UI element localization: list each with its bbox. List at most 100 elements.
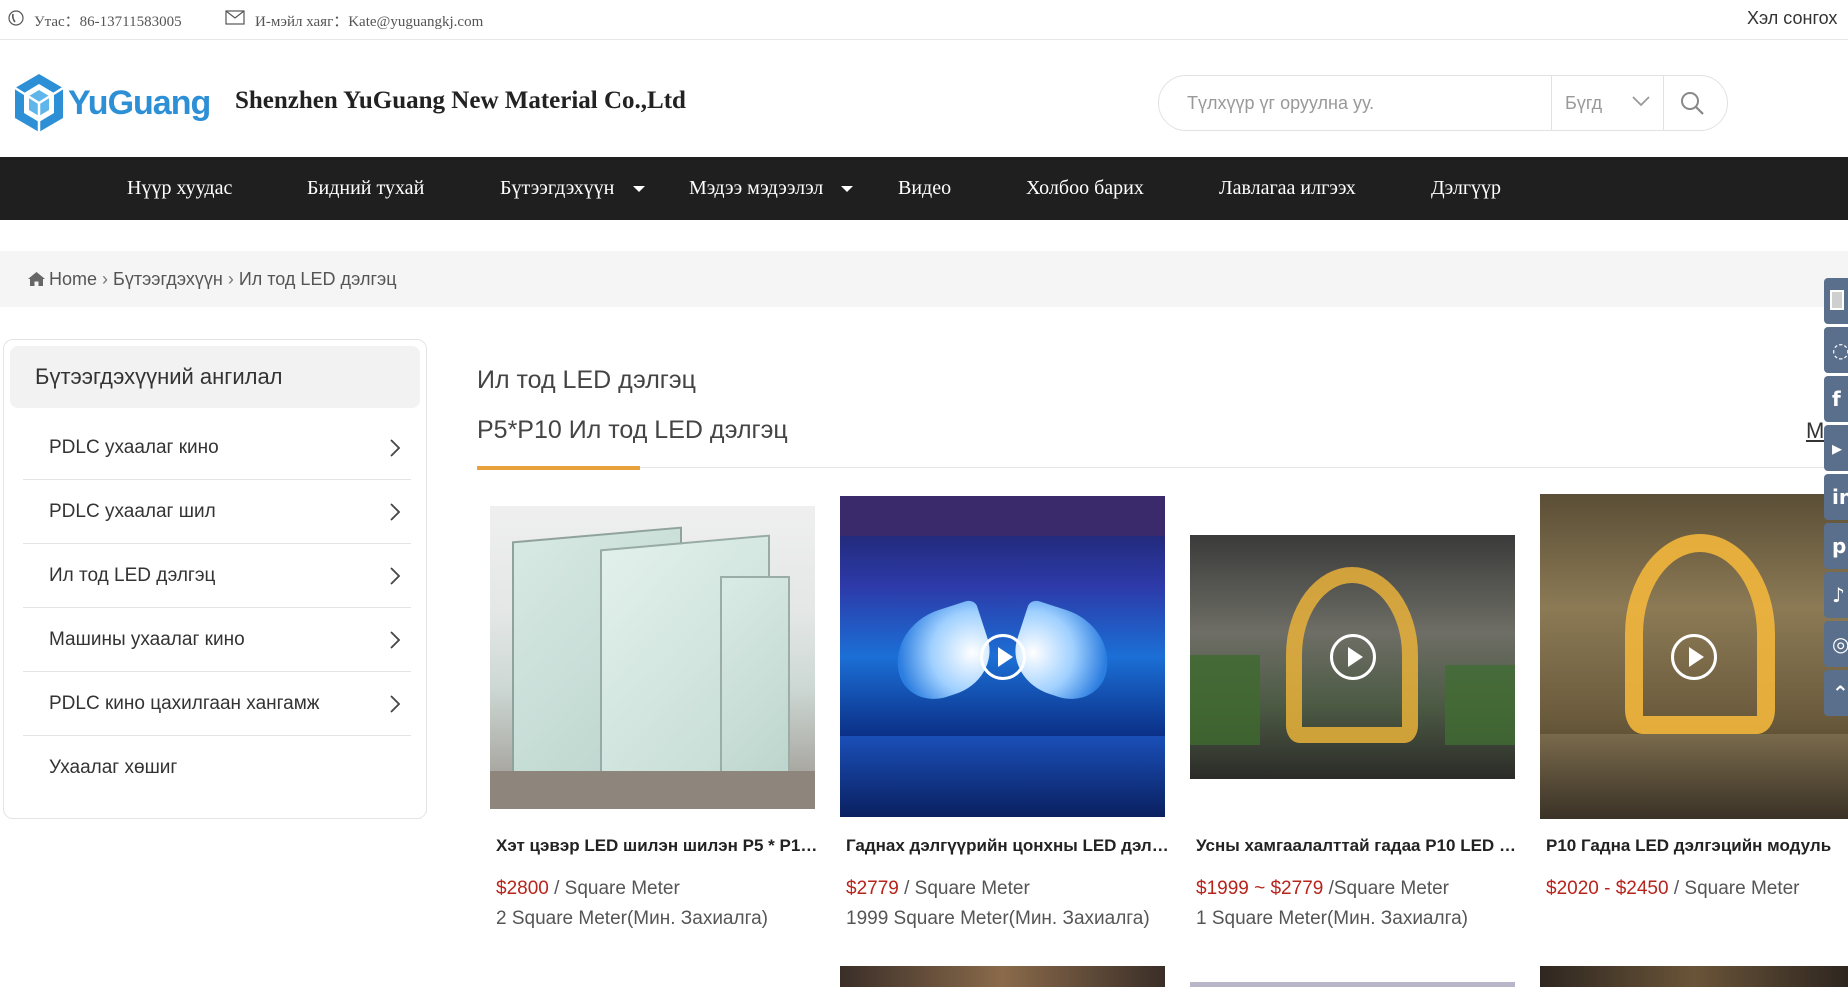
price-unit: / Square Meter (1668, 878, 1800, 899)
email-text: И-мэйл хаяг：Kate@yuguangkj.com (255, 13, 484, 30)
sidebar-item-label: Машины ухаалаг кино (49, 629, 245, 650)
site-header: YuGuang Shenzhen YuGuang New Material Co… (0, 41, 1848, 157)
company-name: Shenzhen YuGuang New Material Co.,Ltd (235, 87, 686, 114)
email-contact[interactable]: И-мэйл хаяг：Kate@yuguangkj.com (225, 0, 483, 40)
product-price: $1999 ~ $2779 /Square Meter (1196, 878, 1526, 900)
nav-item-news[interactable]: Мэдээ мэдээлэл (689, 157, 823, 220)
linkedin-icon[interactable]: in (1824, 474, 1848, 520)
chevron-right-icon (390, 631, 401, 649)
caret-down-icon[interactable] (633, 186, 645, 192)
site-logo[interactable]: YuGuang (12, 72, 211, 134)
price-unit: / Square Meter (898, 878, 1030, 899)
search-icon[interactable] (1679, 90, 1705, 116)
group-accent-bar (477, 466, 640, 470)
nav-item-about[interactable]: Бидний тухай (307, 157, 424, 220)
chevron-right-icon: › (227, 268, 234, 289)
group-divider (477, 467, 1848, 468)
price-amount: $2779 (846, 878, 899, 899)
nav-item-inquiry[interactable]: Лавлагаа илгээх (1219, 157, 1356, 220)
nav-item-video[interactable]: Видео (898, 157, 951, 220)
sidebar-item-car-film[interactable]: Машины ухаалаг кино (23, 608, 411, 672)
instagram-icon[interactable]: ◎ (1824, 621, 1848, 667)
sidebar-item-smart-curtain[interactable]: Ухаалаг хөшиг (23, 736, 411, 800)
product-image[interactable] (840, 496, 1165, 817)
product-price: $2020 - $2450 / Square Meter (1546, 878, 1848, 900)
main-nav: Нүүр хуудас Бидний тухай Бүтээгдэхүүн Мэ… (0, 157, 1848, 220)
sidebar-item-label: PDLC ухаалаг кино (49, 437, 219, 458)
product-moq: 1999 Square Meter(Мин. Захиалга) (846, 908, 1150, 929)
breadcrumb-home[interactable]: Home (49, 269, 97, 290)
play-icon[interactable] (1329, 634, 1376, 680)
caret-down-icon[interactable] (841, 186, 853, 192)
sidebar-item-pdlc-glass[interactable]: PDLC ухаалаг шил (23, 480, 411, 544)
product-name[interactable]: Хэт цэвэр LED шилэн шилэн P5 * P10 ил то… (496, 836, 824, 856)
chevron-right-icon (390, 503, 401, 521)
nav-item-home[interactable]: Нүүр хуудас (127, 157, 232, 220)
search-divider (1551, 76, 1552, 130)
logo-text: YuGuang (68, 83, 211, 122)
logo-mark-icon (14, 74, 64, 132)
price-unit: / Square Meter (548, 878, 680, 899)
language-selector[interactable]: Хэл сонгох (1747, 0, 1848, 36)
search-input[interactable] (1187, 76, 1527, 130)
product-moq: 1 Square Meter(Мин. Захиалга) (1196, 908, 1468, 929)
top-bar: Утас：86-13711583005 И-мэйл хаяг：Kate@yug… (0, 0, 1848, 40)
price-amount: $1999 ~ $2779 (1196, 878, 1324, 899)
search-divider (1663, 76, 1664, 130)
phone-contact[interactable]: Утас：86-13711583005 (8, 0, 182, 40)
chevron-right-icon (390, 567, 401, 585)
product-group-title[interactable]: P5*P10 Ил тод LED дэлгэц (477, 416, 788, 445)
price-amount: $2020 - $2450 (1546, 878, 1669, 899)
product-image[interactable] (1190, 535, 1515, 779)
nav-item-contact[interactable]: Холбоо барих (1026, 157, 1144, 220)
product-image[interactable] (490, 506, 815, 809)
breadcrumb-bar: Home › Бүтээгдэхүүн › Ил тод LED дэлгэц (0, 251, 1848, 307)
chevron-right-icon: › (102, 268, 109, 289)
price-amount: $2800 (496, 878, 549, 899)
product-name[interactable]: Гаднах дэлгүүрийн цонхны LED дэлгэц (846, 836, 1174, 856)
chevron-right-icon (390, 439, 401, 457)
sidebar-title: Бүтээгдэхүүний ангилал (10, 346, 420, 408)
nav-item-products[interactable]: Бүтээгдэхүүн (500, 157, 614, 220)
category-sidebar: Бүтээгдэхүүний ангилал PDLC ухаалаг кино… (3, 339, 427, 819)
breadcrumb: Home › Бүтээгдэхүүн › Ил тод LED дэлгэц (27, 251, 397, 307)
search-bar: Бүгд (1158, 75, 1728, 131)
price-unit: /Square Meter (1323, 878, 1449, 899)
sidebar-item-transparent-led[interactable]: Ил тод LED дэлгэц (23, 544, 411, 608)
back-to-top-icon[interactable]: ⌃ (1824, 670, 1848, 716)
chevron-down-icon[interactable] (1631, 94, 1651, 108)
play-icon[interactable] (1671, 633, 1717, 680)
play-icon[interactable] (979, 633, 1026, 680)
whatsapp-icon[interactable]: ◌ (1824, 327, 1848, 373)
breadcrumb-current: Ил тод LED дэлгэц (238, 268, 397, 289)
product-image[interactable] (1190, 982, 1515, 987)
facebook-icon[interactable]: f (1824, 376, 1848, 422)
breadcrumb-products[interactable]: Бүтээгдэхүүн (113, 269, 223, 290)
sidebar-item-label: Ухаалаг хөшиг (49, 757, 178, 778)
product-price: $2779 / Square Meter (846, 878, 1176, 900)
sidebar-item-power-supply[interactable]: PDLC кино цахилгаан хангамж (23, 672, 411, 736)
phone-icon (8, 9, 24, 31)
product-name[interactable]: P10 Гадна LED дэлгэцийн модуль (1546, 836, 1848, 856)
product-image[interactable] (840, 966, 1165, 987)
search-scope-select[interactable]: Бүгд (1565, 76, 1602, 130)
youtube-icon[interactable]: ▸ (1824, 425, 1848, 471)
home-icon[interactable] (27, 271, 46, 287)
section-title: Ил тод LED дэлгэц (477, 366, 696, 394)
sidebar-item-label: PDLC ухаалаг шил (49, 501, 216, 522)
product-image[interactable] (1540, 494, 1848, 819)
mail-icon (225, 10, 245, 30)
share-sidebar: ◌ f ▸ in p ♪ ◎ ⌃ (1824, 278, 1848, 719)
sidebar-item-label: Ил тод LED дэлгэц (49, 565, 216, 586)
product-moq: 2 Square Meter(Мин. Захиалга) (496, 908, 768, 929)
product-name[interactable]: Усны хамгаалалттай гадаа P10 LED дэлгэц (1196, 836, 1524, 856)
sidebar-item-pdlc-film[interactable]: PDLC ухаалаг кино (23, 416, 411, 480)
product-image[interactable] (1540, 966, 1848, 987)
pinterest-icon[interactable]: p (1824, 523, 1848, 569)
tiktok-icon[interactable]: ♪ (1824, 572, 1848, 618)
product-price: $2800 / Square Meter (496, 878, 826, 900)
avatar-icon[interactable] (1824, 278, 1848, 324)
phone-text: Утас：86-13711583005 (34, 13, 182, 30)
nav-item-shop[interactable]: Дэлгүүр (1431, 157, 1501, 220)
chevron-right-icon (390, 695, 401, 713)
